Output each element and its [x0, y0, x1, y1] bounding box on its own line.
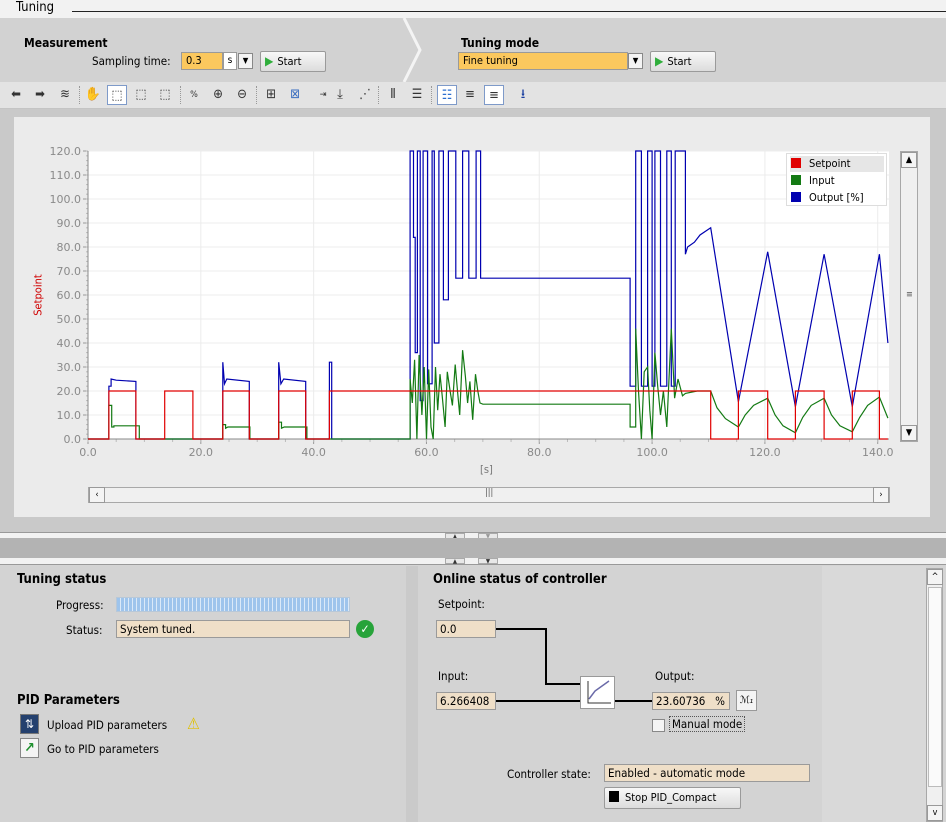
x-tick-label: 100.0: [636, 446, 668, 459]
online-status-title: Online status of controller: [433, 572, 607, 587]
x-axis-label: [s]: [480, 463, 493, 476]
panel-filler: [822, 566, 926, 822]
bottom-vertical-scrollbar[interactable]: ^ v: [926, 568, 943, 822]
y-axis-label: Setpoint: [31, 274, 45, 316]
controller-state-field: Enabled - automatic mode: [604, 764, 810, 782]
wire: [496, 628, 546, 630]
legend-label: Output [%]: [809, 191, 864, 204]
scroll-grip-icon[interactable]: |||: [485, 488, 493, 498]
wire: [615, 700, 652, 702]
y-tick-label: 60.0: [57, 289, 82, 302]
y-tick-label: 110.0: [50, 169, 82, 182]
output-setting-icon[interactable]: ℳ₁: [736, 690, 757, 711]
setpoint-label: Setpoint:: [438, 597, 485, 611]
progress-label: Progress:: [56, 598, 104, 612]
wire: [496, 700, 581, 702]
scroll-grip-icon[interactable]: ≡: [906, 290, 913, 300]
scroll-down-icon[interactable]: ▼: [901, 425, 917, 441]
upload-pid-parameters-link[interactable]: Upload PID parameters: [47, 718, 167, 732]
y-tick-label: 120.0: [50, 145, 82, 158]
splitter-bottom[interactable]: ▲ ▼: [0, 558, 946, 565]
wire: [545, 683, 581, 685]
check-icon: ✓: [356, 620, 374, 638]
x-tick-label: 80.0: [527, 446, 552, 459]
wire: [545, 628, 547, 685]
chart-vertical-scrollbar[interactable]: ▲ ≡ ▼: [900, 151, 918, 442]
upload-icon[interactable]: ⇅: [20, 714, 39, 734]
y-tick-label: 100.0: [50, 193, 82, 206]
collapse-up-icon[interactable]: ▲: [445, 558, 465, 565]
scroll-thumb[interactable]: [928, 587, 942, 787]
tuning-status-panel: Tuning status Progress: Status: System t…: [0, 566, 406, 822]
warning-icon: ⚠: [187, 714, 200, 733]
legend-label: Setpoint: [809, 157, 851, 170]
progress-bar: [116, 597, 350, 612]
x-tick-label: 40.0: [301, 446, 326, 459]
stop-icon: [609, 791, 619, 802]
y-tick-label: 10.0: [57, 409, 82, 422]
legend-swatch: [791, 175, 801, 185]
output-value: 23.60736: [656, 694, 706, 708]
scroll-up-icon[interactable]: ^: [927, 569, 943, 585]
status-label: Status:: [66, 623, 103, 637]
legend-item[interactable]: Output [%]: [790, 190, 884, 206]
output-unit: %: [715, 694, 725, 708]
stop-label: Stop PID_Compact: [625, 791, 717, 804]
goto-arrow-icon[interactable]: ↗: [20, 738, 39, 758]
splitter-bar[interactable]: [0, 538, 946, 558]
scroll-down-icon[interactable]: v: [927, 805, 943, 821]
x-tick-label: 60.0: [414, 446, 439, 459]
status-field: System tuned.: [116, 620, 350, 638]
legend-item[interactable]: Input: [790, 173, 884, 189]
output-label: Output:: [655, 669, 695, 683]
legend-swatch: [791, 158, 801, 168]
manual-mode-label[interactable]: Manual mode: [669, 716, 746, 732]
manual-mode-checkbox[interactable]: [652, 719, 665, 732]
pid-controller-block-icon: [580, 676, 615, 709]
y-tick-label: 30.0: [57, 361, 82, 374]
input-field: 6.266408: [436, 692, 496, 710]
output-field: 23.60736%: [652, 692, 730, 710]
y-tick-label: 40.0: [57, 337, 82, 350]
chart-horizontal-scrollbar[interactable]: ‹ ||| ›: [88, 487, 890, 503]
scroll-left-icon[interactable]: ‹: [89, 487, 105, 503]
scroll-right-icon[interactable]: ›: [873, 487, 889, 503]
legend-label: Input: [809, 174, 835, 187]
setpoint-field: 0.0: [436, 620, 496, 638]
legend-swatch: [791, 192, 801, 202]
trend-chart[interactable]: 0.0 10.0 20.0 30.0 40.0 50.0 60.0 70.0 80.0 90.0 1…: [0, 0, 946, 530]
chart-legend: Setpoint Input Output [%]: [786, 153, 887, 206]
stop-pid-compact-button[interactable]: Stop PID_Compact: [604, 787, 741, 809]
y-tick-label: 0.0: [64, 433, 82, 446]
x-tick-label: 120.0: [749, 446, 781, 459]
y-tick-label: 50.0: [57, 313, 82, 326]
x-tick-label: 140.0: [862, 446, 894, 459]
tuning-status-title: Tuning status: [17, 572, 107, 587]
x-tick-label: 0.0: [79, 446, 97, 459]
y-tick-label: 70.0: [57, 265, 82, 278]
input-label: Input:: [438, 669, 469, 683]
y-tick-label: 80.0: [57, 241, 82, 254]
y-tick-label: 90.0: [57, 217, 82, 230]
collapse-down-icon[interactable]: ▼: [478, 558, 498, 565]
legend-item[interactable]: Setpoint: [790, 156, 884, 172]
controller-state-label: Controller state:: [507, 767, 591, 781]
scroll-up-icon[interactable]: ▲: [901, 152, 917, 168]
pid-parameters-title: PID Parameters: [17, 693, 120, 708]
x-tick-label: 20.0: [189, 446, 214, 459]
panel-divider: [406, 566, 418, 822]
online-status-panel: Online status of controller Setpoint: 0.…: [418, 566, 822, 822]
goto-pid-parameters-link[interactable]: Go to PID parameters: [47, 742, 159, 756]
y-tick-label: 20.0: [57, 385, 82, 398]
